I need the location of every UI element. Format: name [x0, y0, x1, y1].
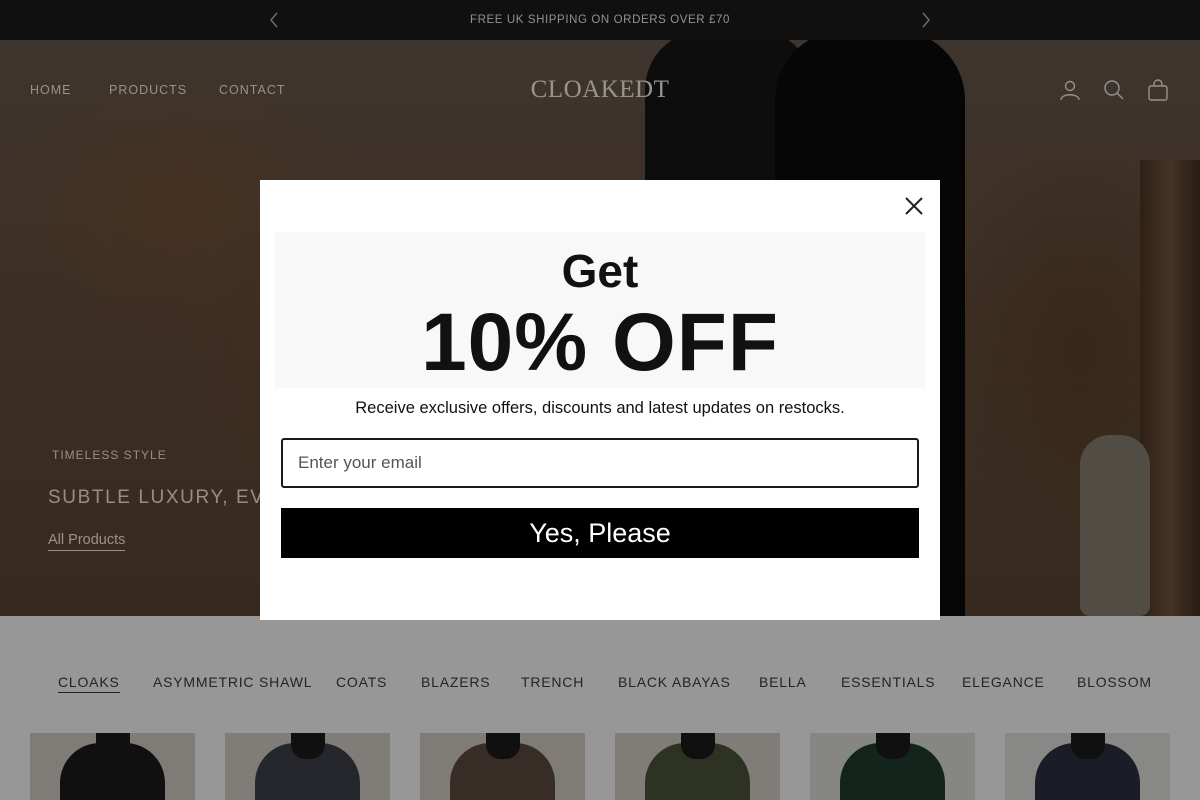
- close-icon[interactable]: [901, 193, 927, 219]
- subscribe-button[interactable]: Yes, Please: [281, 508, 919, 558]
- promo-description: Receive exclusive offers, discounts and …: [355, 399, 845, 417]
- promo-heading-small: Get: [561, 245, 639, 297]
- promo-heading-large: 10% OFF: [421, 297, 779, 388]
- promo-banner: Get 10% OFF: [275, 232, 925, 388]
- newsletter-popup: Get 10% OFF Receive exclusive offers, di…: [260, 180, 940, 620]
- email-field[interactable]: [281, 438, 919, 488]
